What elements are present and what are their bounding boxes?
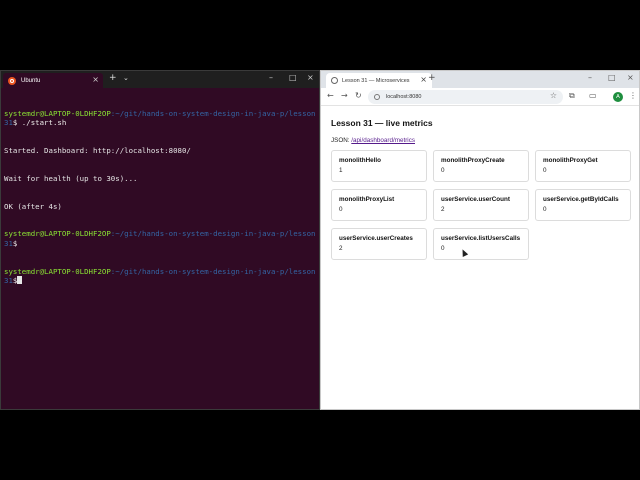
minimize-button[interactable]: – — [269, 73, 273, 82]
terminal-line: Started. Dashboard: http://localhost:808… — [4, 145, 191, 155]
terminal-line: Wait for health (up to 30s)... — [4, 173, 138, 183]
metric-name: userService.listUsersCalls — [441, 235, 521, 242]
metric-value: 0 — [543, 167, 547, 174]
metric-name: monolithProxyGet — [543, 157, 598, 164]
page-content: Lesson 31 — live metrics JSON: /api/dash… — [321, 106, 639, 272]
metric-card: userService.listUsersCalls 0 — [433, 228, 529, 260]
metric-card: userService.userCount 2 — [433, 189, 529, 221]
terminal-output[interactable]: systemdr@LAPTOP-0LDHF2OP:~/git/hands-on-… — [1, 88, 319, 306]
cast-icon[interactable]: ▭ — [589, 91, 597, 100]
site-info-icon[interactable] — [374, 94, 380, 100]
terminal-tab-bar: Ubuntu × + ⌄ – □ × — [1, 71, 319, 88]
maximize-button[interactable]: □ — [289, 73, 297, 82]
extensions-icon[interactable]: ⧉ — [569, 91, 575, 101]
terminal-cursor — [17, 275, 23, 284]
close-tab-icon[interactable]: × — [92, 75, 99, 85]
terminal-line: systemdr@LAPTOP-0LDHF2OP:~/git/hands-on-… — [4, 108, 316, 127]
close-window-button[interactable]: × — [627, 73, 634, 82]
metric-card: monolithHello 1 — [331, 150, 427, 182]
terminal-window[interactable]: Ubuntu × + ⌄ – □ × systemdr@LAPTOP-0LDHF… — [0, 70, 320, 410]
metric-value: 2 — [339, 245, 343, 252]
reload-icon[interactable]: ↻ — [355, 91, 362, 100]
metric-name: userService.userCount — [441, 196, 510, 203]
page-title: Lesson 31 — live metrics — [331, 118, 433, 128]
forward-arrow-icon[interactable]: → — [341, 91, 348, 100]
terminal-line: systemdr@LAPTOP-0LDHF2OP:~/git/hands-on-… — [4, 229, 316, 248]
browser-window[interactable]: Lesson 31 — Microservices × + – □ × ← → … — [320, 70, 640, 410]
metric-value: 0 — [441, 167, 445, 174]
bookmark-star-icon[interactable]: ☆ — [550, 91, 557, 100]
metric-value: 1 — [339, 167, 343, 174]
metric-value: 0 — [441, 245, 445, 252]
chevron-down-icon[interactable]: ⌄ — [123, 74, 129, 82]
menu-kebab-icon[interactable]: ⋮ — [629, 91, 637, 100]
metric-card: monolithProxyList 0 — [331, 189, 427, 221]
ubuntu-icon — [8, 76, 16, 85]
metric-name: monolithProxyList — [339, 196, 395, 203]
new-tab-button[interactable]: + — [428, 73, 436, 83]
browser-tab[interactable]: Lesson 31 — Microservices × — [326, 73, 432, 88]
globe-icon — [331, 77, 338, 84]
maximize-button[interactable]: □ — [608, 73, 616, 82]
terminal-tab[interactable]: Ubuntu × — [3, 73, 103, 88]
browser-tab-title: Lesson 31 — Microservices — [342, 77, 410, 84]
minimize-button[interactable]: – — [588, 73, 592, 82]
metric-name: monolithProxyCreate — [441, 157, 505, 164]
profile-avatar[interactable]: A — [613, 92, 623, 102]
terminal-tab-title: Ubuntu — [21, 77, 41, 84]
close-window-button[interactable]: × — [307, 73, 314, 82]
metric-card: monolithProxyGet 0 — [535, 150, 631, 182]
json-endpoint-link[interactable]: /api/dashboard/metrics — [351, 137, 415, 144]
metric-card: monolithProxyCreate 0 — [433, 150, 529, 182]
browser-toolbar: ← → ↻ localhost:8080 ☆ ⧉ ▭ A ⋮ — [321, 88, 639, 106]
metric-name: userService.getByIdCalls — [543, 196, 619, 203]
metric-value: 2 — [441, 206, 445, 213]
terminal-line: systemdr@LAPTOP-0LDHF2OP:~/git/hands-on-… — [4, 266, 316, 285]
metric-value: 0 — [339, 206, 343, 213]
json-endpoint-line: JSON: /api/dashboard/metrics — [331, 137, 629, 144]
json-label: JSON: — [331, 137, 350, 144]
desktop: Ubuntu × + ⌄ – □ × systemdr@LAPTOP-0LDHF… — [0, 0, 640, 480]
url-text[interactable]: localhost:8080 — [386, 94, 421, 100]
metric-name: userService.userCreates — [339, 235, 413, 242]
terminal-line: OK (after 4s) — [4, 201, 62, 211]
metric-name: monolithHello — [339, 157, 381, 164]
metric-value: 0 — [543, 206, 547, 213]
metric-card: userService.getByIdCalls 0 — [535, 189, 631, 221]
address-bar[interactable]: localhost:8080 ☆ — [368, 90, 563, 104]
new-tab-button[interactable]: + — [109, 73, 117, 83]
metrics-grid: monolithHello 1 monolithProxyCreate 0 mono… — [331, 150, 631, 260]
back-arrow-icon[interactable]: ← — [327, 91, 334, 100]
metric-card: userService.userCreates 2 — [331, 228, 427, 260]
close-tab-icon[interactable]: × — [420, 75, 427, 85]
browser-tab-bar: Lesson 31 — Microservices × + – □ × — [321, 71, 639, 88]
